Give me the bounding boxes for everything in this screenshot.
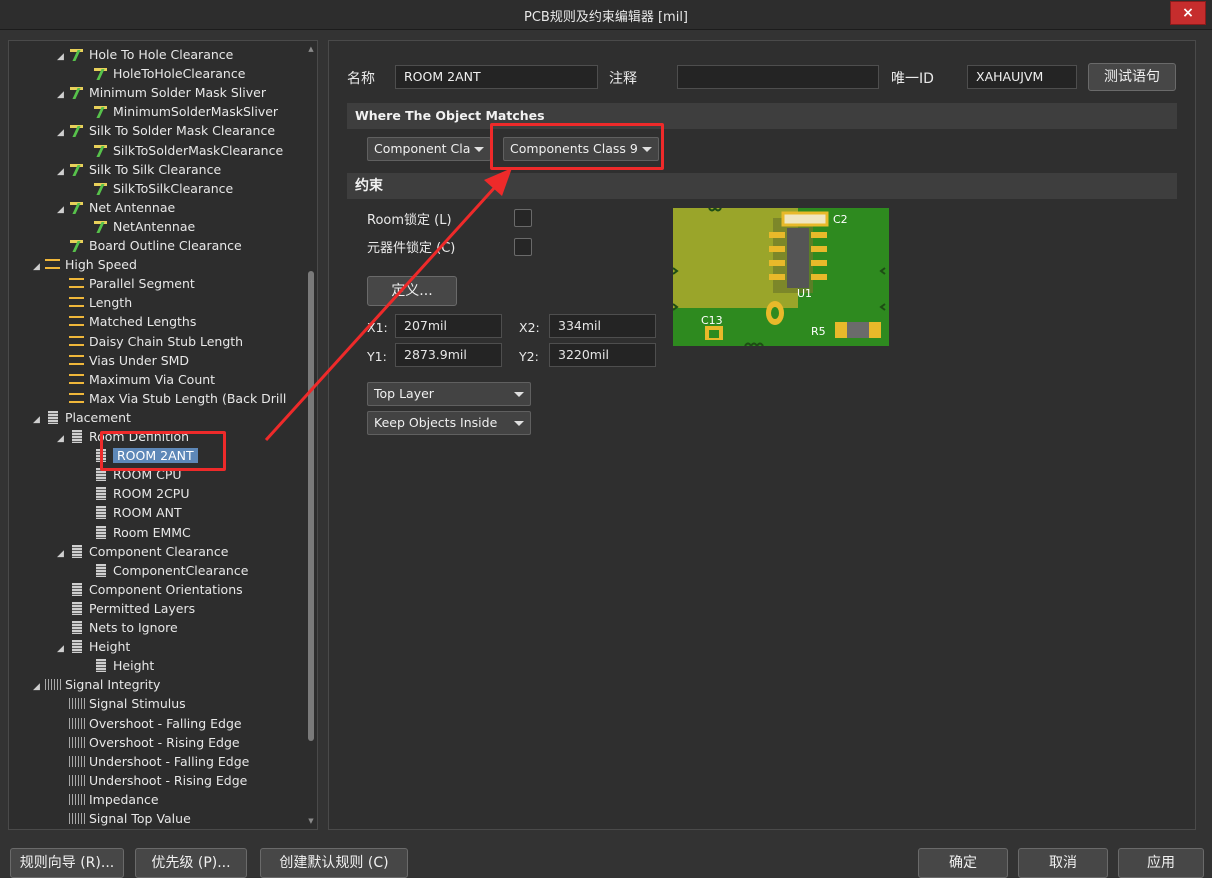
apply-button[interactable]: 应用	[1118, 848, 1204, 878]
annotation-arrow-icon	[264, 168, 512, 442]
create-default-rules-button[interactable]: 创建默认规则 (C)	[260, 848, 408, 878]
ok-button[interactable]: 确定	[918, 848, 1008, 878]
rule-wizard-button[interactable]: 规则向导 (R)...	[10, 848, 124, 878]
cancel-button[interactable]: 取消	[1018, 848, 1108, 878]
priority-button[interactable]: 优先级 (P)...	[135, 848, 247, 878]
